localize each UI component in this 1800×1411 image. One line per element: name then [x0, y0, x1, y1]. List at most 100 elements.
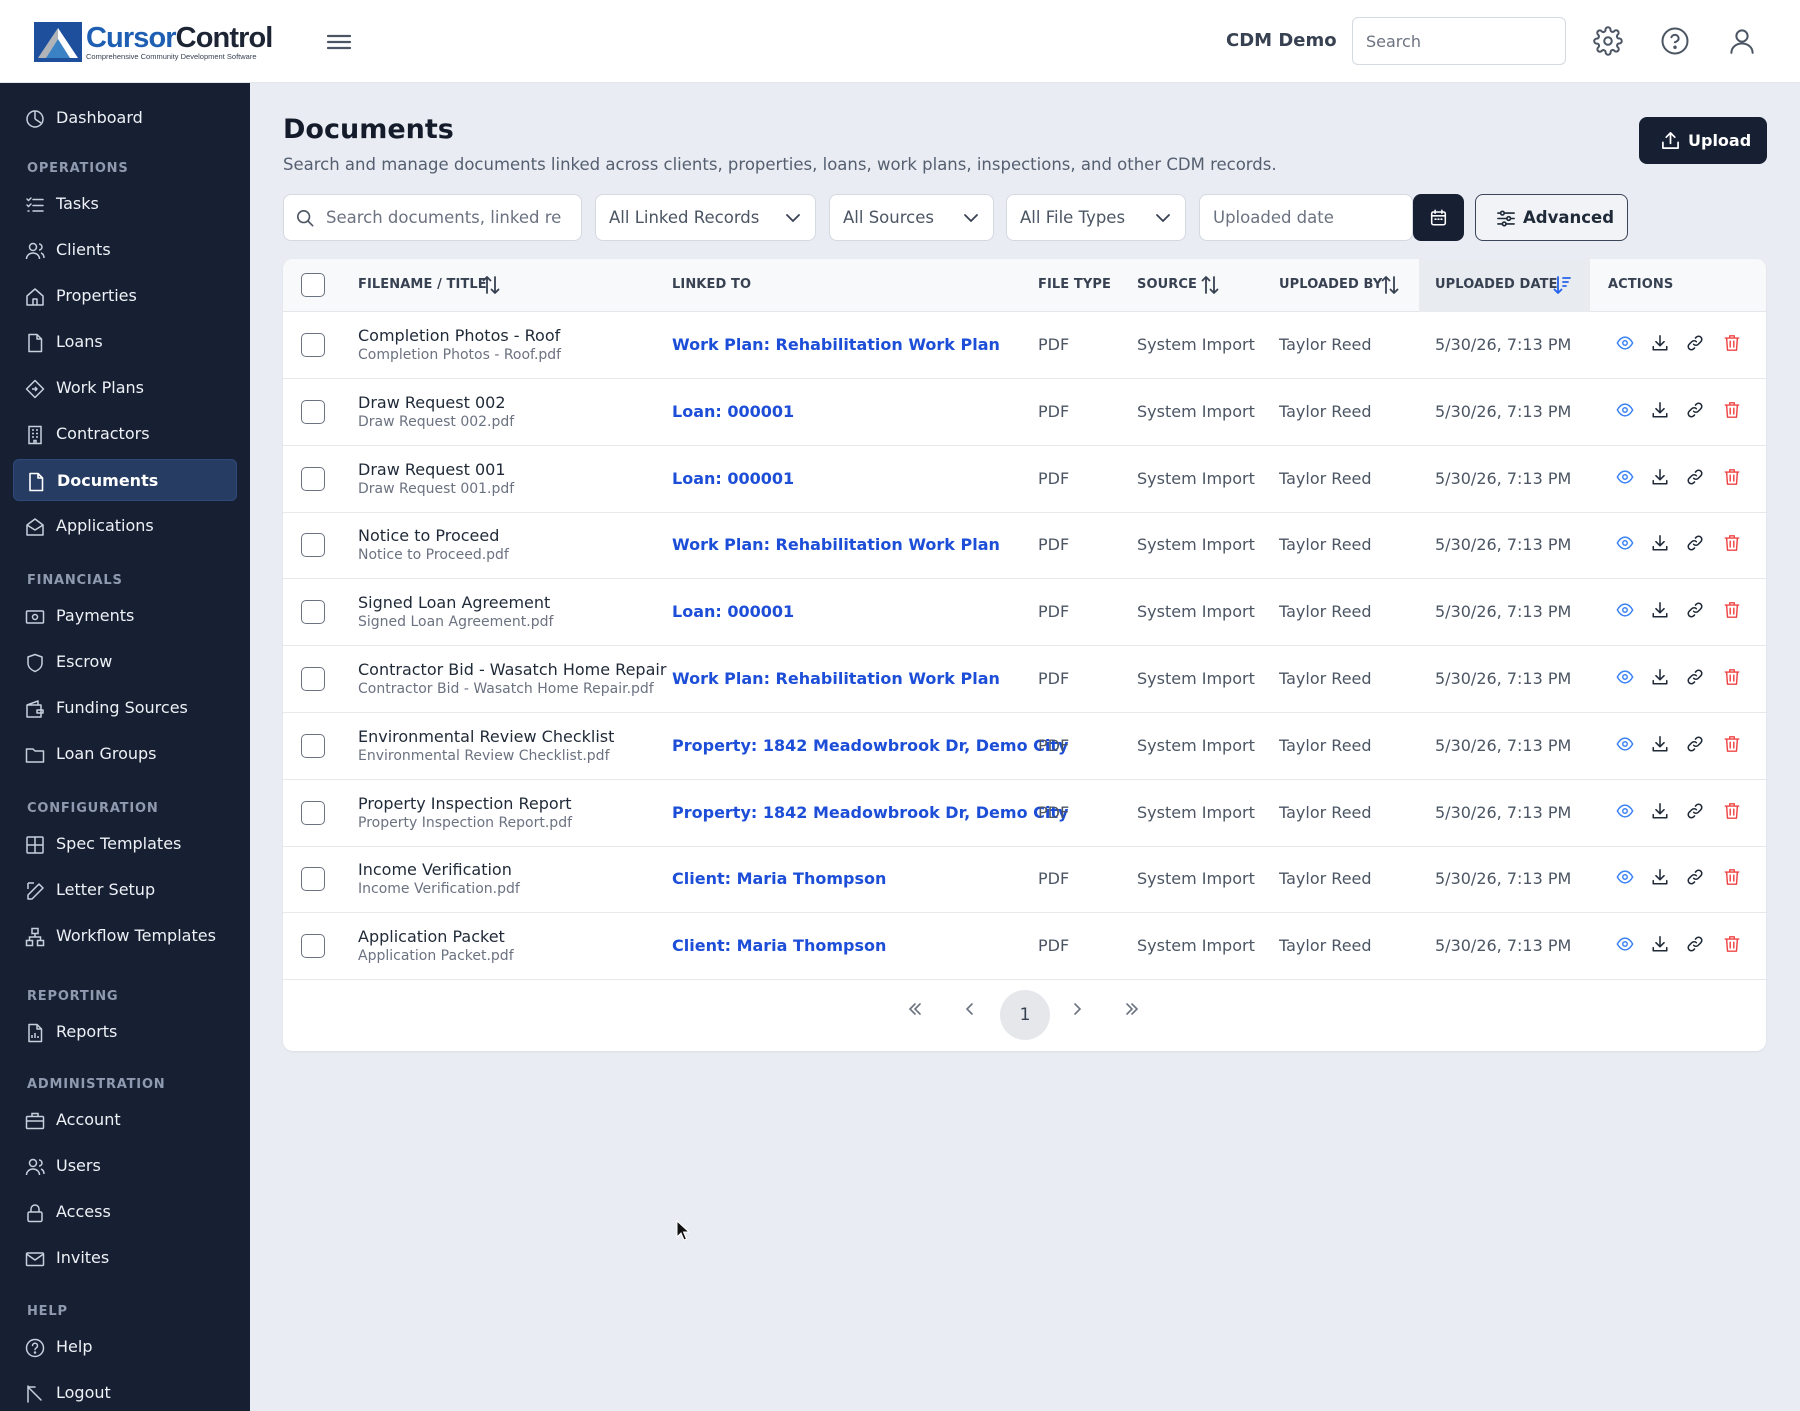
user-menu-button[interactable]	[1727, 26, 1757, 56]
previous-page-button[interactable]	[951, 990, 989, 1028]
link-icon[interactable]	[1686, 668, 1704, 686]
link-icon[interactable]	[1686, 468, 1704, 486]
sort-icon[interactable]	[1381, 275, 1399, 295]
sidebar-item-invites[interactable]: Invites	[13, 1237, 237, 1279]
linked-records-select[interactable]: All Linked Records	[595, 194, 816, 241]
sidebar-item-dashboard[interactable]: Dashboard	[13, 97, 237, 139]
row-checkbox[interactable]	[301, 667, 325, 691]
table-row[interactable]: Contractor Bid - Wasatch Home Repair Cont…	[283, 646, 1766, 713]
eye-icon[interactable]	[1616, 534, 1634, 552]
sidebar-item-reports[interactable]: Reports	[13, 1011, 237, 1053]
linked-record-link[interactable]: Property: 1842 Meadowbrook Dr, Demo City	[672, 736, 1068, 755]
download-icon[interactable]	[1651, 735, 1669, 753]
row-checkbox[interactable]	[301, 934, 325, 959]
trash-icon[interactable]	[1723, 668, 1741, 686]
sort-icon[interactable]	[482, 275, 500, 295]
current-page-button[interactable]: 1	[1000, 990, 1050, 1040]
table-row[interactable]: Draw Request 001 Draw Request 001.pdf Loan…	[283, 446, 1766, 513]
trash-icon[interactable]	[1723, 868, 1741, 886]
column-header-source[interactable]: SOURCE	[1137, 277, 1197, 292]
table-row[interactable]: Draw Request 002 Draw Request 002.pdf Loan…	[283, 379, 1766, 446]
table-row[interactable]: Application Packet Application Packet.pdf…	[283, 913, 1766, 981]
eye-icon[interactable]	[1616, 802, 1634, 820]
sidebar-item-funding-sources[interactable]: Funding Sources	[13, 687, 237, 729]
row-checkbox[interactable]	[301, 399, 325, 424]
table-row[interactable]: Environmental Review Checklist Environmen…	[283, 713, 1766, 780]
sidebar-item-payments[interactable]: Payments	[13, 595, 237, 637]
upload-button[interactable]: Upload	[1639, 117, 1767, 164]
trash-icon[interactable]	[1723, 735, 1741, 753]
file-types-select[interactable]: All File Types	[1006, 194, 1186, 241]
document-title[interactable]: Property Inspection Report	[358, 794, 572, 813]
table-row[interactable]: Signed Loan Agreement Signed Loan Agreeme…	[283, 579, 1766, 647]
row-checkbox[interactable]	[301, 600, 325, 625]
sidebar-item-applications[interactable]: Applications	[13, 505, 237, 547]
trash-icon[interactable]	[1723, 802, 1741, 820]
link-icon[interactable]	[1686, 802, 1704, 820]
sidebar-item-escrow[interactable]: Escrow	[13, 641, 237, 683]
last-page-button[interactable]	[1113, 990, 1151, 1028]
sort-descending-icon[interactable]	[1553, 275, 1571, 295]
table-row[interactable]: Income Verification Income Verification.p…	[283, 846, 1766, 914]
download-icon[interactable]	[1651, 601, 1669, 619]
brand-logo[interactable]: CursorControl Comprehensive Community De…	[34, 22, 273, 62]
sidebar-item-users[interactable]: Users	[13, 1145, 237, 1187]
menu-toggle-button[interactable]	[322, 28, 356, 56]
linked-record-link[interactable]: Loan: 000001	[672, 402, 794, 421]
row-checkbox[interactable]	[301, 800, 325, 825]
sidebar-item-workflow-templates[interactable]: Workflow Templates	[13, 915, 237, 957]
row-checkbox[interactable]	[301, 333, 325, 357]
first-page-button[interactable]	[896, 990, 934, 1028]
next-page-button[interactable]	[1058, 990, 1096, 1028]
sidebar-item-logout[interactable]: Logout	[13, 1372, 237, 1411]
linked-record-link[interactable]: Property: 1842 Meadowbrook Dr, Demo City	[672, 803, 1068, 822]
linked-record-link[interactable]: Work Plan: Rehabilitation Work Plan	[672, 669, 1000, 688]
link-icon[interactable]	[1686, 534, 1704, 552]
column-header-uploaded-by[interactable]: UPLOADED BY	[1279, 277, 1382, 292]
linked-record-link[interactable]: Work Plan: Rehabilitation Work Plan	[672, 535, 1000, 554]
eye-icon[interactable]	[1616, 601, 1634, 619]
document-title[interactable]: Completion Photos - Roof	[358, 326, 560, 345]
linked-record-link[interactable]: Loan: 000001	[672, 469, 794, 488]
column-header-uploaded-date[interactable]: UPLOADED DATE	[1435, 277, 1558, 292]
linked-record-link[interactable]: Loan: 000001	[672, 602, 794, 621]
sort-icon[interactable]	[1201, 275, 1219, 295]
link-icon[interactable]	[1686, 401, 1704, 419]
linked-record-link[interactable]: Work Plan: Rehabilitation Work Plan	[672, 335, 1000, 354]
trash-icon[interactable]	[1723, 401, 1741, 419]
download-icon[interactable]	[1651, 668, 1669, 686]
table-row[interactable]: Notice to Proceed Notice to Proceed.pdf Wo…	[283, 512, 1766, 580]
trash-icon[interactable]	[1723, 601, 1741, 619]
document-title[interactable]: Income Verification	[358, 860, 512, 879]
calendar-button[interactable]	[1413, 194, 1464, 241]
sources-select[interactable]: All Sources	[829, 194, 994, 241]
document-title[interactable]: Signed Loan Agreement	[358, 593, 550, 612]
sidebar-item-help[interactable]: Help	[13, 1326, 237, 1368]
sidebar-item-properties[interactable]: Properties	[13, 275, 237, 317]
sidebar-item-access[interactable]: Access	[13, 1191, 237, 1233]
eye-icon[interactable]	[1616, 668, 1634, 686]
document-title[interactable]: Application Packet	[358, 927, 505, 946]
trash-icon[interactable]	[1723, 534, 1741, 552]
eye-icon[interactable]	[1616, 735, 1634, 753]
trash-icon[interactable]	[1723, 468, 1741, 486]
download-icon[interactable]	[1651, 401, 1669, 419]
document-title[interactable]: Draw Request 001	[358, 460, 506, 479]
download-icon[interactable]	[1651, 334, 1669, 352]
download-icon[interactable]	[1651, 468, 1669, 486]
sidebar-item-loan-groups[interactable]: Loan Groups	[13, 733, 237, 775]
document-title[interactable]: Contractor Bid - Wasatch Home Repair	[358, 660, 666, 679]
document-title[interactable]: Environmental Review Checklist	[358, 727, 614, 746]
help-button[interactable]	[1660, 26, 1690, 56]
sidebar-item-documents[interactable]: Documents	[13, 459, 237, 501]
link-icon[interactable]	[1686, 735, 1704, 753]
link-icon[interactable]	[1686, 601, 1704, 619]
document-title[interactable]: Notice to Proceed	[358, 526, 499, 545]
sidebar-item-loans[interactable]: Loans	[13, 321, 237, 363]
column-header-filename[interactable]: FILENAME / TITLE	[358, 277, 487, 292]
trash-icon[interactable]	[1723, 334, 1741, 352]
document-title[interactable]: Draw Request 002	[358, 393, 506, 412]
uploaded-date-input[interactable]: Uploaded date	[1199, 194, 1413, 241]
document-search-input[interactable]: Search documents, linked re	[283, 194, 582, 241]
row-checkbox[interactable]	[301, 466, 325, 491]
